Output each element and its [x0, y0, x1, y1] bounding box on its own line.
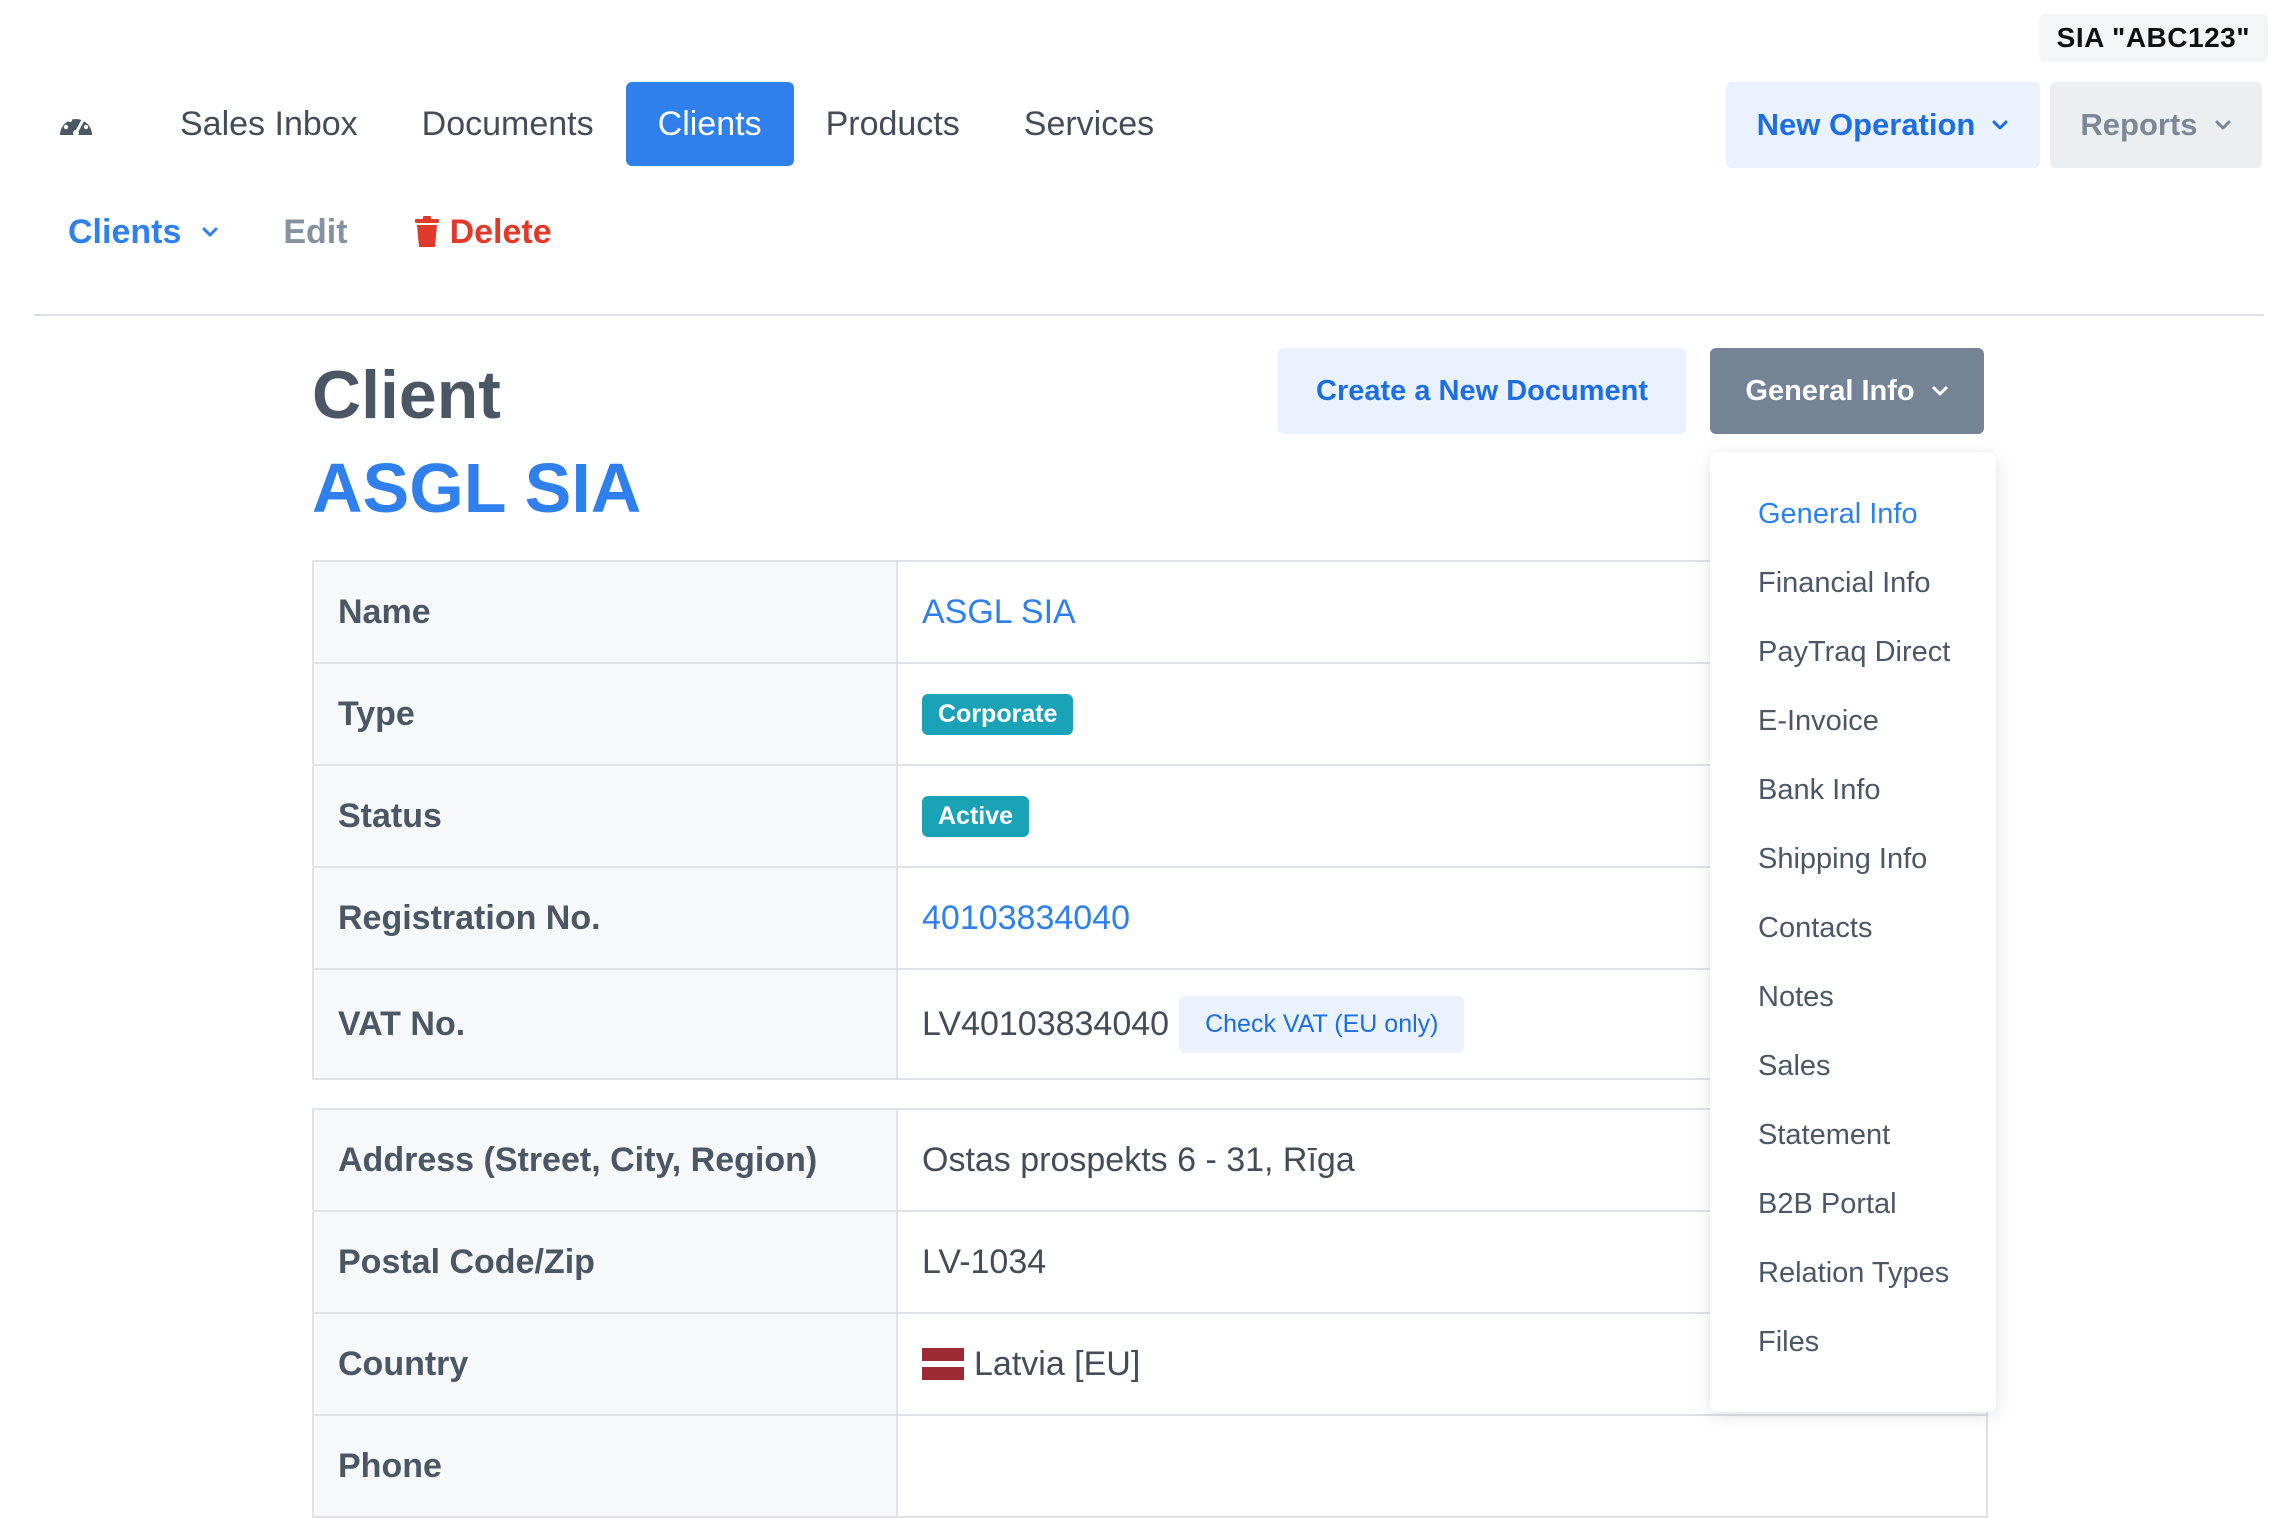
general-info-dropdown-menu: General Info Financial Info PayTraq Dire…	[1710, 452, 1996, 1412]
new-operation-button[interactable]: New Operation	[1726, 82, 2040, 168]
delete-label: Delete	[449, 212, 552, 251]
page-title: Client	[312, 357, 501, 433]
menu-item-e-invoice[interactable]: E-Invoice	[1758, 705, 1879, 738]
menu-item-general-info[interactable]: General Info	[1758, 498, 1918, 531]
client-name-link[interactable]: ASGL SIA	[922, 593, 1076, 632]
menu-item-relation-types[interactable]: Relation Types	[1758, 1257, 1949, 1290]
menu-item-financial-info[interactable]: Financial Info	[1758, 567, 1931, 600]
general-info-button[interactable]: General Info	[1710, 348, 1984, 434]
chevron-down-icon	[1992, 120, 2008, 130]
clients-dropdown-label: Clients	[68, 212, 182, 251]
sub-nav: Clients Edit Delete	[68, 204, 552, 260]
create-new-document-button[interactable]: Create a New Document	[1278, 348, 1686, 434]
main-nav: Sales Inbox Documents Clients Products S…	[58, 82, 1186, 166]
divider	[34, 314, 2264, 316]
row-value	[898, 1416, 1986, 1516]
client-name-heading: ASGL SIA	[312, 449, 642, 527]
row-label: Postal Code/Zip	[314, 1212, 898, 1312]
row-label: Name	[314, 562, 898, 662]
row-label: Type	[314, 664, 898, 764]
chevron-down-icon	[2215, 120, 2231, 130]
row-label: Status	[314, 766, 898, 866]
clients-dropdown[interactable]: Clients	[68, 213, 219, 252]
nav-services[interactable]: Services	[992, 82, 1186, 166]
row-label: Address (Street, City, Region)	[314, 1110, 898, 1210]
nav-documents[interactable]: Documents	[390, 82, 626, 166]
reports-button[interactable]: Reports	[2050, 82, 2262, 168]
check-vat-button[interactable]: Check VAT (EU only)	[1179, 995, 1465, 1053]
row-label: Registration No.	[314, 868, 898, 968]
company-badge: SIA "ABC123"	[2038, 14, 2268, 62]
general-info-label: General Info	[1745, 374, 1915, 407]
row-label: Country	[314, 1314, 898, 1414]
speedometer-icon[interactable]	[58, 101, 104, 147]
trash-icon	[414, 216, 439, 247]
latvia-flag-icon	[922, 1348, 964, 1380]
nav-clients[interactable]: Clients	[625, 82, 794, 166]
chevron-down-icon	[1932, 386, 1948, 396]
menu-item-statement[interactable]: Statement	[1758, 1119, 1890, 1152]
type-badge: Corporate	[922, 693, 1074, 735]
row-label: Phone	[314, 1416, 898, 1516]
menu-item-notes[interactable]: Notes	[1758, 981, 1834, 1014]
menu-item-contacts[interactable]: Contacts	[1758, 912, 1872, 945]
country-value: Latvia [EU]	[974, 1344, 1141, 1383]
chevron-down-icon	[202, 227, 218, 237]
reports-label: Reports	[2080, 107, 2198, 142]
menu-item-shipping-info[interactable]: Shipping Info	[1758, 843, 1927, 876]
new-operation-label: New Operation	[1756, 107, 1976, 142]
edit-button[interactable]: Edit	[283, 213, 347, 252]
row-label: VAT No.	[314, 970, 898, 1078]
vat-number: LV40103834040	[922, 1004, 1170, 1043]
status-badge: Active	[922, 795, 1030, 837]
registration-number-link[interactable]: 40103834040	[922, 899, 1130, 938]
menu-item-b2b-portal[interactable]: B2B Portal	[1758, 1188, 1897, 1221]
nav-sales-inbox[interactable]: Sales Inbox	[148, 82, 390, 166]
nav-products[interactable]: Products	[794, 82, 992, 166]
menu-item-paytraq-direct[interactable]: PayTraq Direct	[1758, 636, 1950, 669]
menu-item-files[interactable]: Files	[1758, 1326, 1819, 1359]
menu-item-sales[interactable]: Sales	[1758, 1050, 1831, 1083]
table-row: Phone	[314, 1416, 1986, 1518]
delete-button[interactable]: Delete	[414, 213, 552, 252]
menu-item-bank-info[interactable]: Bank Info	[1758, 774, 1881, 807]
